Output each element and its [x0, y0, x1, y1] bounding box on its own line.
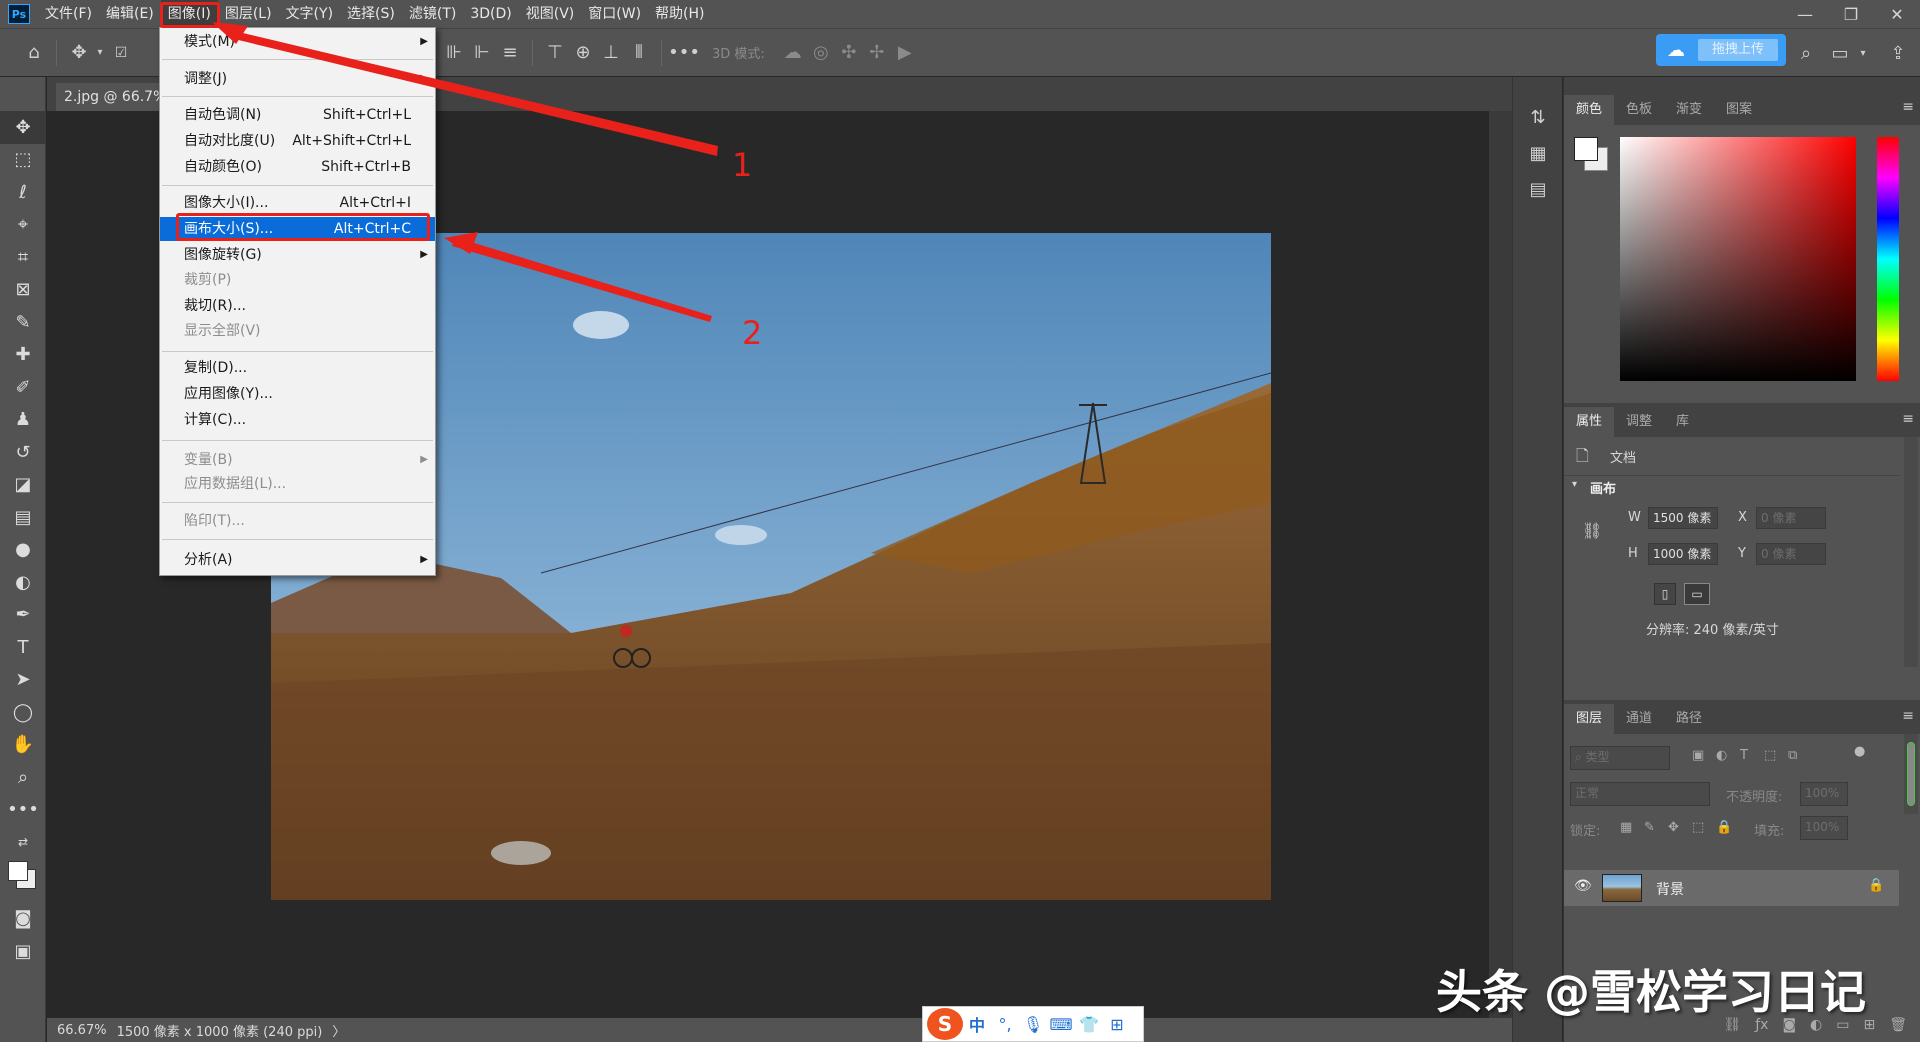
- sogou-logo-icon[interactable]: S: [927, 1008, 963, 1040]
- ime-microphone-icon[interactable]: 🎙: [1019, 1009, 1047, 1039]
- annotation-number-1: 1: [732, 146, 753, 184]
- ime-toolbar: S 中 °, 🎙 ⌨ 👕 ⊞: [922, 1006, 1144, 1042]
- ime-toolbox-icon[interactable]: ⊞: [1103, 1009, 1131, 1039]
- annotation-number-2: 2: [742, 314, 763, 352]
- ime-skin-icon[interactable]: 👕: [1075, 1009, 1103, 1039]
- ime-punctuation-icon[interactable]: °,: [991, 1009, 1019, 1039]
- annotation-arrows: [212, 22, 718, 322]
- ime-chinese-mode[interactable]: 中: [963, 1009, 991, 1039]
- watermark: 头条 @雪松学习日记: [1436, 965, 1867, 1019]
- photoshop-window: Ps 文件(F) 编辑(E) 图像(I) 图层(L) 文字(Y) 选择(S) 滤…: [0, 0, 1920, 1042]
- annotation-arrow-2: [452, 237, 712, 322]
- ime-keyboard-icon[interactable]: ⌨: [1047, 1009, 1075, 1039]
- annotation-arrow-1: [222, 28, 718, 156]
